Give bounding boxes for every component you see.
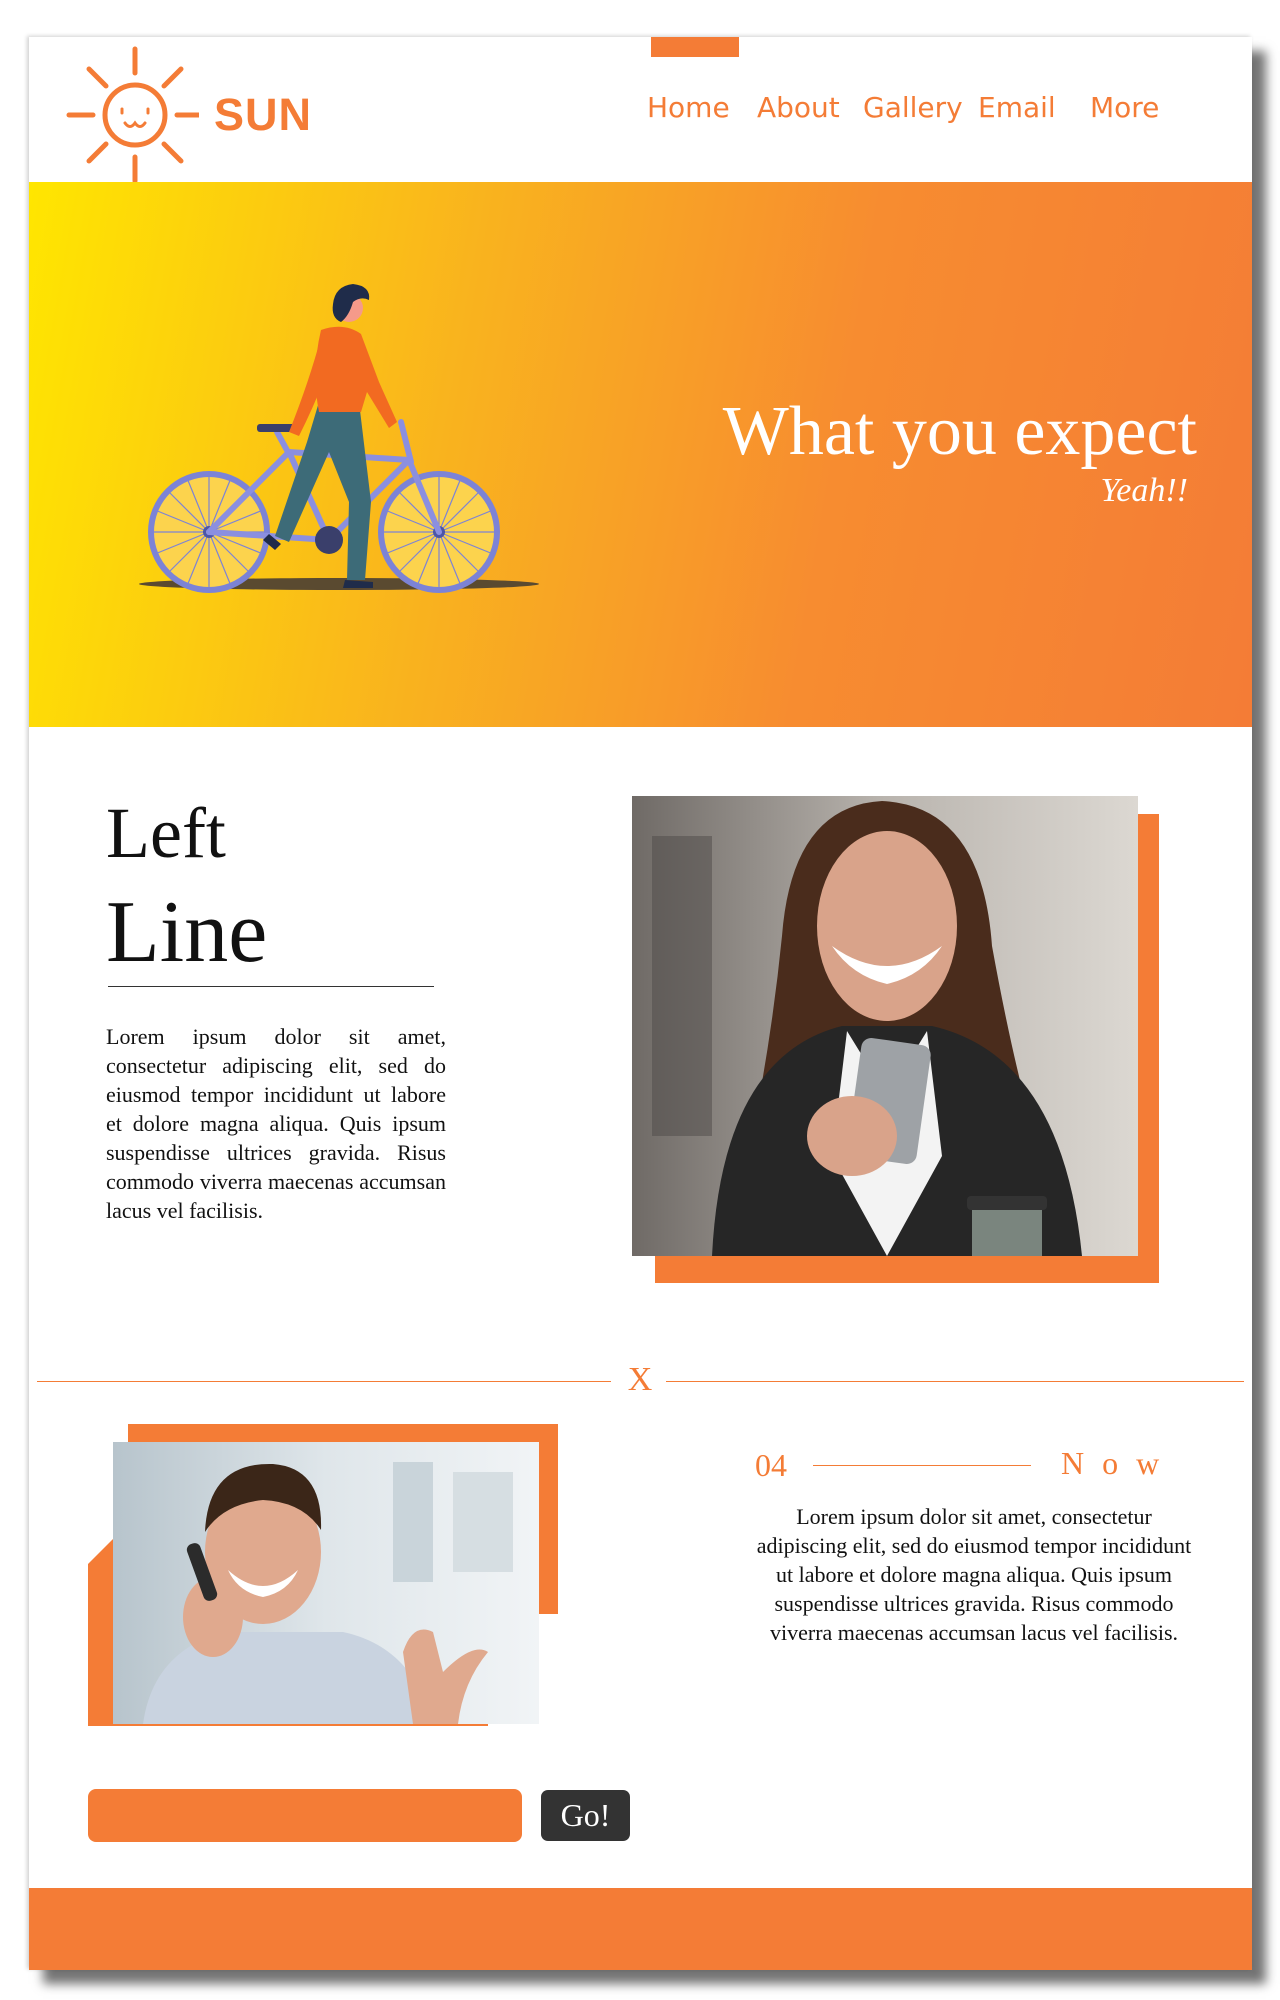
nav-email[interactable]: Email [978, 91, 1056, 124]
heading-line: Line [106, 884, 268, 981]
divider-left-line [37, 1381, 611, 1382]
hero-subtitle: Yeah!! [1100, 472, 1188, 509]
heading-left: Left [106, 793, 226, 873]
logo[interactable]: SUN [49, 43, 313, 183]
man-on-phone-photo [113, 1442, 539, 1724]
heading-underline [108, 986, 434, 987]
nav-more[interactable]: More [1090, 91, 1159, 124]
divider-label: X [627, 1361, 653, 1398]
hero-banner: What you expect Yeah!! [29, 182, 1252, 727]
woman-with-phone-photo [632, 796, 1138, 1256]
section1-body: Lorem ipsum dolor sit amet, consectetur … [106, 1024, 446, 1223]
page: SUN Home About Gallery Email More What y… [29, 37, 1252, 1970]
sun-face-icon [66, 46, 199, 183]
divider-right-line [666, 1381, 1244, 1382]
section2-rule [813, 1465, 1031, 1466]
section2-label: Now [1061, 1445, 1178, 1481]
woman-walking-bicycle-illustration [139, 284, 539, 593]
nav-gallery[interactable]: Gallery [863, 91, 963, 124]
nav-home[interactable]: Home [647, 91, 730, 124]
top-accent-tab [651, 37, 739, 57]
go-button[interactable]: Go! [541, 1790, 630, 1841]
section2-body: Lorem ipsum dolor sit amet, consectetur … [756, 1504, 1192, 1645]
nav-about[interactable]: About [757, 91, 840, 124]
section2-number: 04 [755, 1447, 787, 1483]
footer-bar [29, 1888, 1252, 1970]
hero-title: What you expect [722, 393, 1197, 470]
brand-name: SUN [214, 89, 313, 140]
main-nav: Home [647, 91, 730, 124]
text-input[interactable] [88, 1789, 522, 1842]
